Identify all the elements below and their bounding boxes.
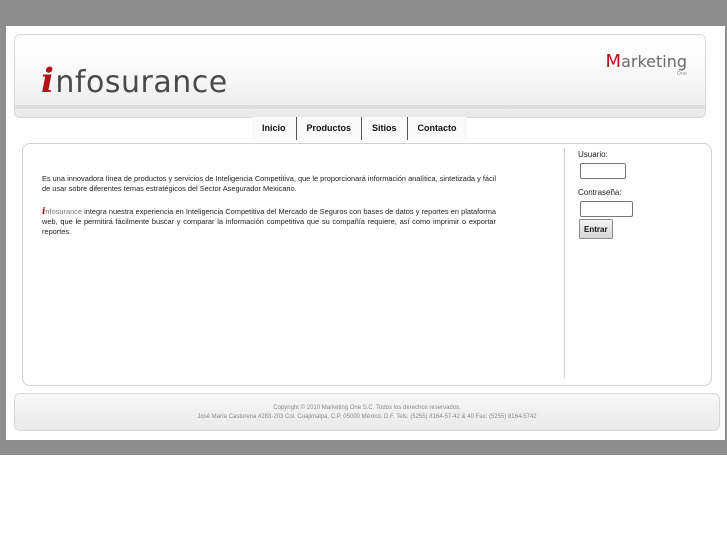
page-container: infosurance Marketing One Inicio Product… <box>6 26 725 440</box>
copyright-text: Copyright © 2010 Marketing One S.C. Todo… <box>273 405 461 411</box>
content-box: Es una innovadora línea de productos y s… <box>22 143 712 386</box>
address-text: José María Castorena #283-203 Col. Cuaji… <box>197 414 537 420</box>
logo-text: nfosurance <box>55 65 228 100</box>
brand-letter-m: M <box>605 51 622 72</box>
inline-brand-name: nfosurance <box>45 207 82 216</box>
description-text: integra nuestra experiencia en Inteligen… <box>42 207 496 236</box>
brand-text: arketing <box>621 52 687 71</box>
intro-text: Es una innovadora línea de productos y s… <box>42 174 496 250</box>
username-label: Usuario: <box>578 150 608 159</box>
main-nav: Inicio Productos Sitios Contacto <box>252 117 467 140</box>
marketing-one-logo: Marketing <box>606 51 687 72</box>
description-paragraph: infosurance integra nuestra experiencia … <box>42 207 496 237</box>
nav-item-contacto[interactable]: Contacto <box>408 117 467 140</box>
nav-item-productos[interactable]: Productos <box>297 117 363 140</box>
nav-item-sitios[interactable]: Sitios <box>362 117 408 140</box>
password-input[interactable] <box>580 201 633 217</box>
nav-item-inicio[interactable]: Inicio <box>252 117 297 140</box>
vertical-divider <box>564 148 565 378</box>
intro-paragraph: Es una innovadora línea de productos y s… <box>42 174 496 193</box>
logo-letter-i: i <box>41 61 55 101</box>
header-divider <box>15 105 705 109</box>
brand-subtitle: One <box>676 71 687 77</box>
infosurance-logo[interactable]: infosurance <box>41 61 228 101</box>
site-header: infosurance Marketing One <box>14 34 706 118</box>
login-form: Usuario: Contraseña: Entrar <box>578 150 633 239</box>
username-input[interactable] <box>580 163 626 179</box>
password-label: Contraseña: <box>578 188 622 197</box>
site-footer: Copyright © 2010 Marketing One S.C. Todo… <box>14 393 720 431</box>
login-button[interactable]: Entrar <box>579 219 613 239</box>
